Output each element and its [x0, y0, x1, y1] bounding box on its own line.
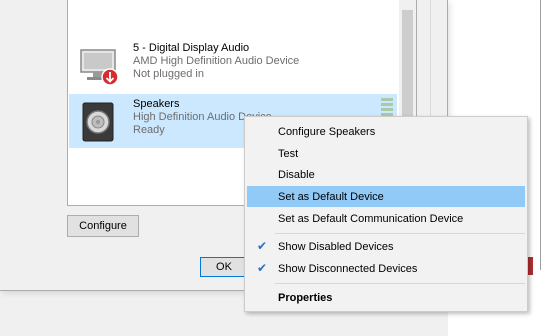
device-name: 5 - Digital Display Audio [133, 42, 250, 54]
menu-item-test[interactable]: Test [247, 143, 525, 164]
device-item-digital-display-audio[interactable]: 5 - Digital Display Audio AMD High Defin… [69, 38, 397, 92]
menu-item-label: Set as Default Communication Device [278, 212, 464, 225]
menu-item-label: Configure Speakers [278, 125, 376, 138]
menu-separator [275, 233, 525, 234]
checkmark-icon: ✔ [257, 261, 268, 275]
menu-item-label: Properties [278, 291, 333, 304]
device-status: Not plugged in [133, 68, 204, 80]
menu-item-label: Show Disabled Devices [278, 240, 394, 253]
ok-button[interactable]: OK [200, 257, 248, 277]
device-description: AMD High Definition Audio Device [133, 55, 300, 67]
menu-item-disable[interactable]: Disable [247, 164, 525, 185]
checkmark-icon: ✔ [257, 239, 268, 253]
menu-item-properties[interactable]: Properties [247, 287, 525, 308]
menu-item-configure-speakers[interactable]: Configure Speakers [247, 121, 525, 142]
speaker-icon [77, 100, 121, 144]
menu-item-show-disabled-devices[interactable]: ✔ Show Disabled Devices [247, 236, 525, 257]
menu-item-set-default-communication-device[interactable]: Set as Default Communication Device [247, 208, 525, 229]
menu-item-label: Set as Default Device [278, 190, 384, 203]
menu-item-label: Test [278, 147, 299, 160]
monitor-icon [77, 44, 121, 88]
menu-item-label: Show Disconnected Devices [278, 262, 418, 275]
menu-item-show-disconnected-devices[interactable]: ✔ Show Disconnected Devices [247, 258, 525, 279]
device-context-menu: Configure Speakers Test Disable Set as D… [244, 116, 528, 312]
configure-button[interactable]: Configure [67, 215, 139, 237]
menu-separator [275, 283, 525, 284]
device-name: Speakers [133, 98, 180, 110]
background-window-edge [540, 0, 541, 270]
menu-item-set-default-device[interactable]: Set as Default Device [247, 186, 525, 207]
menu-item-label: Disable [278, 168, 315, 181]
